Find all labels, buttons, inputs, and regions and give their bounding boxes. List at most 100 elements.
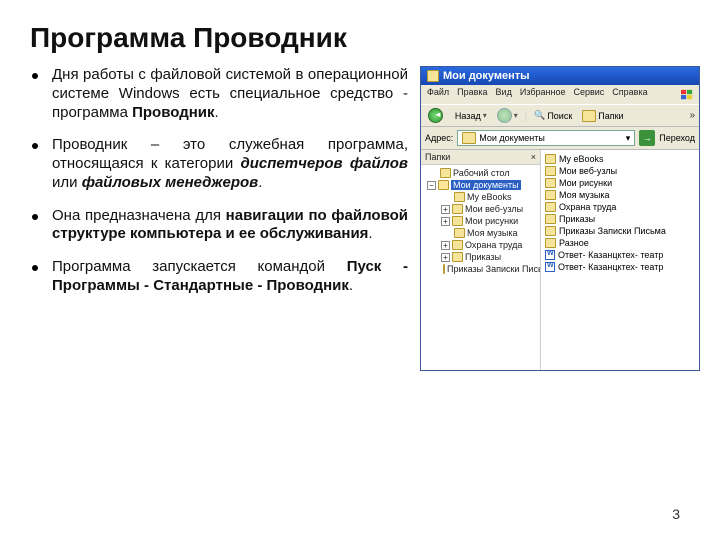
go-button[interactable]: →: [639, 130, 655, 146]
close-tree-button[interactable]: ×: [531, 152, 536, 162]
folder-icon: [452, 252, 463, 262]
file-item[interactable]: Ответ- Казанцктех- театр: [545, 249, 695, 261]
page-number: 3: [672, 506, 680, 522]
bullet-text: .: [258, 174, 262, 191]
explorer-window: Мои документы Файл Правка Вид Избранное …: [420, 66, 700, 371]
search-button[interactable]: 🔍Поиск: [531, 110, 575, 121]
folder-icon: [545, 238, 556, 248]
back-button[interactable]: ◄Назад▾: [425, 108, 490, 123]
menu-help[interactable]: Справка: [609, 87, 650, 102]
back-label: Назад: [455, 111, 481, 121]
folder-icon: [545, 190, 556, 200]
tree-node[interactable]: Приказы Записки Письм: [427, 263, 540, 275]
menu-view[interactable]: Вид: [493, 87, 515, 102]
folder-tree-pane: Папки × Рабочий стол − Мои документы My eBo…: [421, 150, 541, 370]
tree-node[interactable]: + Мои веб-узлы: [427, 203, 540, 215]
menubar: Файл Правка Вид Избранное Сервис Справка: [421, 85, 699, 104]
folder-icon: [582, 110, 596, 122]
address-value: Мои документы: [479, 133, 545, 143]
tree-label: Мои документы: [451, 180, 521, 190]
file-item[interactable]: Ответ- Казанцктех- театр: [545, 261, 695, 273]
file-item[interactable]: Моя музыка: [545, 189, 695, 201]
folder-icon: [438, 180, 449, 190]
expand-icon[interactable]: +: [441, 253, 450, 262]
bullet-icon: [32, 214, 38, 220]
list-item: Проводник – это служебная программа, отн…: [30, 136, 408, 192]
menu-favorites[interactable]: Избранное: [517, 87, 569, 102]
menu-edit[interactable]: Правка: [454, 87, 490, 102]
bullet-text: .: [215, 104, 219, 121]
file-item[interactable]: Мои рисунки: [545, 177, 695, 189]
list-item: Дня работы с файловой системой в операци…: [30, 66, 408, 122]
folder-icon: [545, 154, 556, 164]
word-doc-icon: [545, 262, 555, 272]
dropdown-icon[interactable]: ▾: [626, 133, 631, 144]
toolbar: ◄Назад▾ ▾ | 🔍Поиск Папки »: [421, 104, 699, 127]
expand-icon[interactable]: +: [441, 217, 450, 226]
bullet-text: или: [52, 174, 82, 191]
file-item[interactable]: Приказы: [545, 213, 695, 225]
bullet-text: Дня работы с файловой системой в операци…: [52, 66, 408, 121]
tree-label: Приказы Записки Письм: [447, 264, 541, 274]
folder-icon: [545, 202, 556, 212]
bullet-list: Дня работы с файловой системой в операци…: [30, 66, 408, 296]
slide-title: Программа Проводник: [0, 0, 720, 66]
tree-node[interactable]: +Охрана труда: [427, 239, 540, 251]
file-label: Ответ- Казанцктех- театр: [558, 250, 663, 260]
tree-label: My eBooks: [467, 192, 512, 202]
forward-button[interactable]: ▾: [494, 108, 521, 123]
tree-node[interactable]: My eBooks: [427, 191, 540, 203]
bullet-text: Она предназначена для: [52, 207, 226, 224]
list-item: Программа запускается командой Пуск - Пр…: [30, 258, 408, 296]
tree-node[interactable]: Рабочий стол: [427, 167, 540, 179]
file-item[interactable]: My eBooks: [545, 153, 695, 165]
file-label: Мои веб-узлы: [559, 166, 617, 176]
file-item[interactable]: Мои веб-узлы: [545, 165, 695, 177]
tree-label: Мои веб-узлы: [465, 204, 523, 214]
folder-icon: [454, 192, 465, 202]
tree-label: Приказы: [465, 252, 501, 262]
window-titlebar[interactable]: Мои документы: [421, 67, 699, 85]
file-item[interactable]: Приказы Записки Письма: [545, 225, 695, 237]
tree-title-label: Папки: [425, 152, 450, 162]
tree-node[interactable]: + Приказы: [427, 251, 540, 263]
addressbar: Адрес: Мои документы ▾ → Переход: [421, 127, 699, 150]
folders-button[interactable]: Папки: [579, 110, 626, 122]
window-title: Мои документы: [443, 70, 530, 82]
file-item[interactable]: Охрана труда: [545, 201, 695, 213]
folder-icon: [545, 214, 556, 224]
file-label: Приказы Записки Письма: [559, 226, 666, 236]
tree-node[interactable]: + Мои рисунки: [427, 215, 540, 227]
expand-icon[interactable]: +: [441, 241, 450, 250]
expand-icon[interactable]: +: [441, 205, 450, 214]
bullet-bold: Проводник: [132, 104, 214, 121]
bullet-text: .: [368, 225, 372, 242]
bullet-icon: [32, 143, 38, 149]
expand-icon[interactable]: −: [427, 181, 436, 190]
tree-label: Мои рисунки: [465, 216, 518, 226]
more-toolbar-icon[interactable]: »: [689, 110, 695, 121]
file-label: My eBooks: [559, 154, 604, 164]
menu-tools[interactable]: Сервис: [570, 87, 607, 102]
folder-icon: [452, 216, 463, 226]
folder-icon: [452, 204, 463, 214]
text-column: Дня работы с файловой системой в операци…: [30, 66, 408, 371]
folder-icon: [440, 168, 451, 178]
folder-icon: [545, 178, 556, 188]
file-label: Ответ- Казанцктех- театр: [558, 262, 663, 272]
folder-icon: [462, 132, 476, 144]
bullet-icon: [32, 73, 38, 79]
tree-node[interactable]: Моя музыка: [427, 227, 540, 239]
file-label: Приказы: [559, 214, 595, 224]
list-item: Она предназначена для навигации по файло…: [30, 207, 408, 245]
bullet-icon: [32, 265, 38, 271]
tree-node[interactable]: − Мои документы: [427, 179, 540, 191]
menu-file[interactable]: Файл: [424, 87, 452, 102]
search-label: Поиск: [547, 111, 572, 121]
windows-logo-icon: [678, 87, 696, 102]
folder-icon: [545, 166, 556, 176]
address-field[interactable]: Мои документы ▾: [457, 130, 635, 146]
file-item[interactable]: Разное: [545, 237, 695, 249]
tree-header: Папки ×: [421, 150, 540, 165]
folder-icon: [545, 226, 556, 236]
